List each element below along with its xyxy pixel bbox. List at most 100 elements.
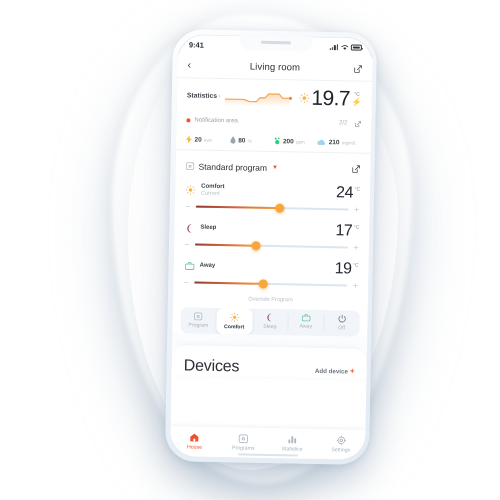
program-calendar-icon: [194, 312, 203, 320]
increase-button[interactable]: +: [354, 204, 360, 214]
add-device-label: Add device: [314, 367, 349, 375]
row-temperature: 17 °C: [335, 221, 360, 240]
row-labels: Comfort Current: [201, 183, 331, 199]
mode-label: Comfort: [224, 323, 245, 331]
sun-icon: [229, 312, 239, 322]
power-icon: [338, 314, 346, 322]
slider-thumb[interactable]: [258, 279, 268, 289]
scroll-content: Statistics› 19.7 °C ⚡ Notification area.…: [169, 78, 373, 460]
mode-selector: Program Comfort Sleep Away Off: [180, 306, 360, 337]
humidity-drop-icon: [230, 136, 236, 144]
metrics-row: 20 kwh 80 % 200 ppm 210 mg/m3: [186, 135, 361, 146]
row-title: Away: [199, 262, 216, 269]
row-temperature: 19 °C: [334, 259, 359, 278]
program-name[interactable]: Standard program: [198, 161, 267, 172]
tab-programs[interactable]: Programs: [219, 433, 268, 451]
mode-label: Sleep: [263, 323, 277, 330]
mode-program[interactable]: Program: [180, 307, 216, 334]
program-calendar-icon: [238, 434, 249, 444]
edit-program-button[interactable]: [351, 160, 360, 178]
mode-away[interactable]: Away: [288, 309, 324, 336]
battery-full-icon: [350, 44, 362, 51]
statistics-link-label: Statistics: [186, 92, 218, 100]
mode-label: Program: [188, 321, 209, 329]
metric-unit: kwh: [204, 137, 213, 143]
co2-icon: [274, 137, 279, 145]
edit-square-icon: [354, 65, 362, 73]
sun-icon: [298, 93, 309, 104]
chevron-right-icon: ›: [218, 92, 221, 100]
slider-thumb[interactable]: [275, 203, 285, 213]
external-link-icon[interactable]: [354, 115, 361, 133]
mode-sleep[interactable]: Sleep: [252, 308, 288, 335]
slider-thumb[interactable]: [251, 241, 261, 251]
decrease-button[interactable]: −: [183, 277, 189, 287]
screenshot-stage: 9:41 ‹ Living room Statistics› 19.7 °C ⚡…: [0, 0, 500, 500]
statistics-link[interactable]: Statistics›: [187, 92, 221, 100]
plus-icon: +: [349, 366, 355, 376]
moon-icon: [267, 313, 272, 321]
back-button[interactable]: ‹: [187, 59, 201, 71]
cloud-icon: [317, 139, 326, 145]
current-temperature-value: 19.7: [311, 86, 351, 111]
metric-unit: ppm: [296, 138, 305, 145]
metric-air-quality: 210 mg/m3: [317, 138, 361, 146]
mode-label: Away: [299, 323, 313, 330]
metric-value: 80: [238, 136, 246, 144]
tab-label: Programs: [231, 445, 255, 452]
row-labels: Sleep: [200, 225, 330, 234]
row-temperature-value: 19: [334, 259, 352, 278]
notification-row[interactable]: Notification area. 2/2: [186, 111, 361, 132]
row-temperature-unit: °C: [353, 224, 360, 231]
increase-button[interactable]: +: [353, 242, 359, 252]
tab-house[interactable]: House: [170, 432, 219, 450]
metric-co2: 200 ppm: [273, 137, 317, 146]
chevron-down-icon[interactable]: ▼: [272, 165, 278, 171]
row-temperature: 24 °C: [335, 183, 360, 202]
mode-comfort[interactable]: Comfort: [216, 307, 253, 335]
program-calendar-icon: [185, 162, 195, 171]
add-device-button[interactable]: Add device +: [315, 359, 355, 378]
mode-label: Off: [338, 324, 346, 331]
mode-off[interactable]: Off: [323, 310, 359, 337]
tab-label: Settings: [331, 446, 351, 454]
page-title: Living room: [249, 61, 301, 74]
slider-track[interactable]: [194, 278, 348, 290]
moon-icon: [184, 223, 195, 233]
decrease-button[interactable]: −: [184, 239, 190, 249]
gear-icon: [336, 435, 346, 446]
home-indicator: [237, 453, 298, 457]
sun-icon: [185, 184, 196, 195]
edit-room-button[interactable]: [348, 64, 362, 73]
statistics-card: Statistics› 19.7 °C ⚡ Notification area.…: [176, 78, 372, 153]
row-temperature-value: 24: [335, 183, 354, 202]
metric-unit: %: [247, 138, 252, 144]
row-temperature-value: 17: [335, 221, 353, 240]
lightning-bolt-icon: [186, 135, 192, 144]
decrease-button[interactable]: −: [185, 201, 191, 211]
phone-screen: 9:41 ‹ Living room Statistics› 19.7 °C ⚡…: [169, 34, 374, 460]
metric-energy: 20 kwh: [186, 135, 230, 144]
row-labels: Away: [200, 263, 330, 272]
slider-fill: [195, 205, 280, 209]
tab-statistics[interactable]: Statistics: [268, 434, 317, 452]
slider-fill: [194, 281, 264, 285]
slider-track[interactable]: [195, 240, 349, 252]
temperature-row-sleep: Sleep 17 °C − +: [174, 218, 370, 260]
briefcase-icon: [301, 313, 311, 321]
increase-button[interactable]: +: [352, 280, 358, 290]
bottom-navigation: House Programs Statistics Settings: [169, 426, 366, 460]
tab-settings[interactable]: Settings: [316, 435, 365, 453]
temperature-row-comfort: Comfort Current 24 °C − +: [175, 180, 371, 222]
slider-track[interactable]: [195, 202, 349, 214]
status-bar-indicators: [329, 44, 362, 51]
status-bar-time: 9:41: [188, 39, 204, 50]
notification-label: Notification area.: [194, 117, 240, 125]
edit-square-icon: [352, 164, 360, 173]
earpiece-speaker: [260, 40, 291, 45]
notification-count: 2/2: [338, 120, 348, 127]
temperature-unit-group: °C ⚡: [352, 91, 362, 106]
house-icon: [190, 433, 199, 442]
devices-section: Devices Add device +: [171, 344, 368, 379]
metric-unit: mg/m3: [341, 139, 356, 146]
